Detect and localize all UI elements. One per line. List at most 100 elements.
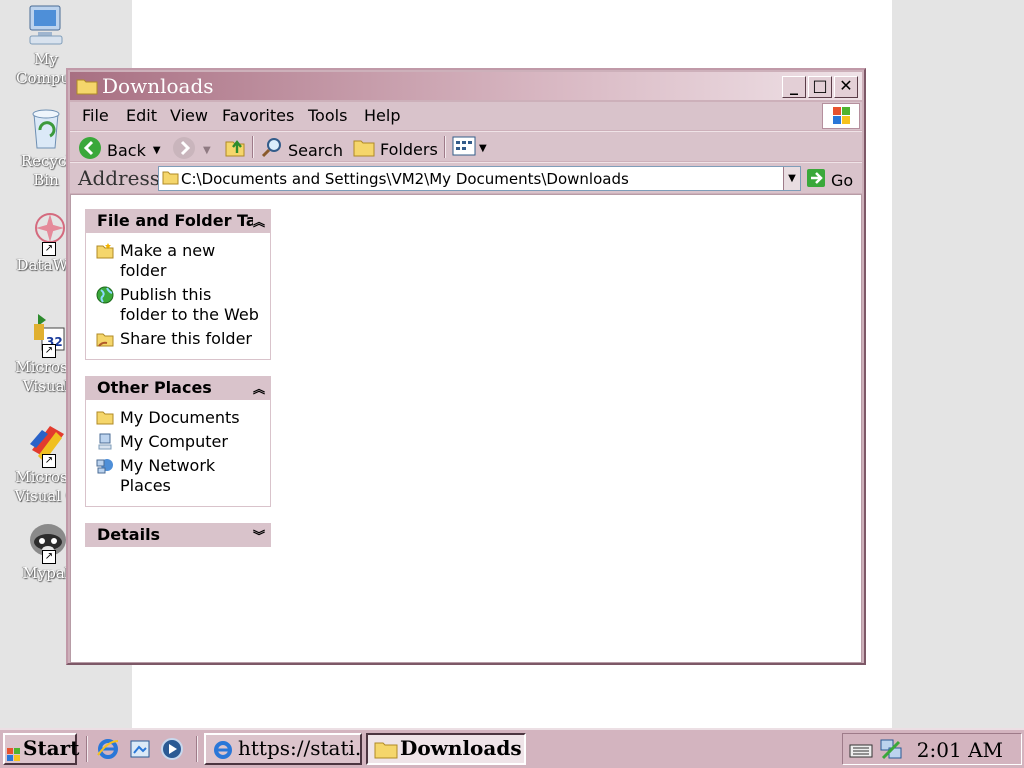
task-label: Share this folder xyxy=(120,329,252,348)
folder-icon xyxy=(374,739,398,763)
folder-content-area[interactable]: File and Folder Ta ︽ Make a new folder P… xyxy=(70,194,862,663)
place-my-network-places[interactable]: My Network Places xyxy=(96,456,264,496)
maximize-button[interactable]: □ xyxy=(808,76,832,98)
back-button[interactable]: Back ▼ xyxy=(78,136,161,164)
panel-body: Make a new folder Publish this folder to… xyxy=(85,233,271,360)
forward-button[interactable]: ▼ xyxy=(172,136,211,164)
collapse-chevron-icon[interactable]: ︽ xyxy=(253,213,265,230)
address-label: Address xyxy=(78,166,160,190)
panel-header[interactable]: File and Folder Ta ︽ xyxy=(85,209,271,233)
folder-icon xyxy=(76,77,98,99)
task-button-browser[interactable]: https://stati... xyxy=(204,733,362,765)
place-label: My Documents xyxy=(120,408,240,427)
views-button[interactable]: ▼ xyxy=(452,136,487,160)
toolbar-separator xyxy=(444,136,446,158)
back-label: Back xyxy=(107,140,146,160)
start-label: Start xyxy=(23,736,80,760)
menu-view[interactable]: View xyxy=(170,106,208,125)
menu-help[interactable]: Help xyxy=(364,106,400,125)
quicklaunch-show-desktop-icon[interactable] xyxy=(128,737,152,761)
address-dropdown-button[interactable]: ▼ xyxy=(783,167,800,190)
task-label: Publish this folder to the Web xyxy=(120,285,259,324)
panel-body: My Documents My Computer My Network Plac… xyxy=(85,400,271,507)
place-label: My Network Places xyxy=(120,456,216,495)
details-panel: Details ︾ xyxy=(85,523,271,547)
panel-title: Details xyxy=(97,525,161,544)
chevron-down-icon: ▼ xyxy=(479,142,487,154)
mypal-raccoon-icon: ↗ xyxy=(22,516,70,564)
network-connection-icon[interactable] xyxy=(879,738,905,766)
windows-logo-icon xyxy=(822,103,860,129)
search-button[interactable]: Search xyxy=(260,136,343,164)
place-label: My Computer xyxy=(120,432,228,451)
datawatch-icon: ↗ xyxy=(22,208,70,256)
system-tray: 2:01 AM xyxy=(842,733,1022,765)
folders-icon xyxy=(352,136,376,162)
task-label: Make a new folder xyxy=(120,241,216,280)
menu-file[interactable]: File xyxy=(82,106,109,125)
task-share-folder[interactable]: Share this folder xyxy=(96,329,264,349)
quicklaunch-media-player-icon[interactable] xyxy=(160,737,184,761)
my-computer-icon xyxy=(22,2,70,50)
up-folder-icon xyxy=(224,136,246,162)
collapse-chevron-icon[interactable]: ︽ xyxy=(253,380,265,397)
expand-chevron-icon[interactable]: ︾ xyxy=(253,527,265,544)
quicklaunch-internet-explorer-icon[interactable] xyxy=(96,737,120,761)
new-folder-icon xyxy=(96,242,114,260)
go-button[interactable]: Go xyxy=(806,168,853,192)
panel-header[interactable]: Details ︾ xyxy=(85,523,271,547)
shortcut-arrow-icon: ↗ xyxy=(42,454,56,468)
start-button[interactable]: Start xyxy=(3,733,80,768)
title-bar[interactable]: Downloads _ □ ✕ xyxy=(70,72,862,100)
close-button[interactable]: ✕ xyxy=(834,76,858,98)
folders-label: Folders xyxy=(380,139,438,159)
chevron-down-icon: ▼ xyxy=(152,144,161,156)
panel-header[interactable]: Other Places ︽ xyxy=(85,376,271,400)
menu-tools[interactable]: Tools xyxy=(308,106,347,125)
chevron-down-icon: ▼ xyxy=(203,144,211,156)
forward-arrow-icon xyxy=(172,136,196,164)
visual-studio-icon: 32 ↗ xyxy=(22,310,70,358)
internet-explorer-icon xyxy=(212,739,234,763)
file-folder-tasks-panel: File and Folder Ta ︽ Make a new folder P… xyxy=(85,209,271,360)
keyboard-icon[interactable] xyxy=(849,739,873,763)
menu-bar: File Edit View Favorites Tools Help xyxy=(70,102,862,130)
address-bar: Address C:\Documents and Settings\VM2\My… xyxy=(70,162,862,193)
toolbar-separator xyxy=(252,136,254,158)
up-folder-button[interactable] xyxy=(224,136,246,162)
explorer-window: Downloads _ □ ✕ File Edit View Favorites… xyxy=(66,68,866,665)
other-places-panel: Other Places ︽ My Documents My Computer … xyxy=(85,376,271,507)
share-folder-icon xyxy=(96,330,114,348)
recycle-bin-icon xyxy=(22,104,70,152)
address-input[interactable]: C:\Documents and Settings\VM2\My Documen… xyxy=(158,166,801,191)
go-arrow-icon xyxy=(806,168,826,192)
taskbar: Start https://stati... Downloads 2:01 AM xyxy=(0,728,1024,768)
taskbar-separator xyxy=(196,736,198,762)
clock: 2:01 AM xyxy=(916,738,1003,762)
folder-icon xyxy=(162,170,179,189)
menu-edit[interactable]: Edit xyxy=(126,106,157,125)
shortcut-arrow-icon: ↗ xyxy=(42,550,56,564)
place-my-documents[interactable]: My Documents xyxy=(96,408,264,428)
minimize-button[interactable]: _ xyxy=(782,76,806,98)
shortcut-arrow-icon: ↗ xyxy=(42,242,56,256)
task-make-new-folder[interactable]: Make a new folder xyxy=(96,241,264,281)
panel-title: File and Folder Ta xyxy=(97,211,257,230)
go-label: Go xyxy=(831,170,854,190)
visual-c-icon: ↗ xyxy=(22,420,70,468)
menu-favorites[interactable]: Favorites xyxy=(222,106,294,125)
place-my-computer[interactable]: My Computer xyxy=(96,432,264,452)
task-button-label: https://stati... xyxy=(238,736,362,760)
window-title: Downloads xyxy=(102,74,214,98)
windows-flag-icon xyxy=(7,742,21,768)
task-publish-folder-web[interactable]: Publish this folder to the Web xyxy=(96,285,264,325)
chevron-down-icon: ▼ xyxy=(788,173,796,184)
back-arrow-icon xyxy=(78,136,102,164)
search-label: Search xyxy=(288,140,343,160)
computer-icon xyxy=(96,433,114,451)
folder-icon xyxy=(96,409,114,427)
address-value: C:\Documents and Settings\VM2\My Documen… xyxy=(181,170,629,188)
folders-button[interactable]: Folders xyxy=(352,136,438,162)
globe-icon xyxy=(96,286,114,304)
task-button-downloads[interactable]: Downloads xyxy=(366,733,526,765)
